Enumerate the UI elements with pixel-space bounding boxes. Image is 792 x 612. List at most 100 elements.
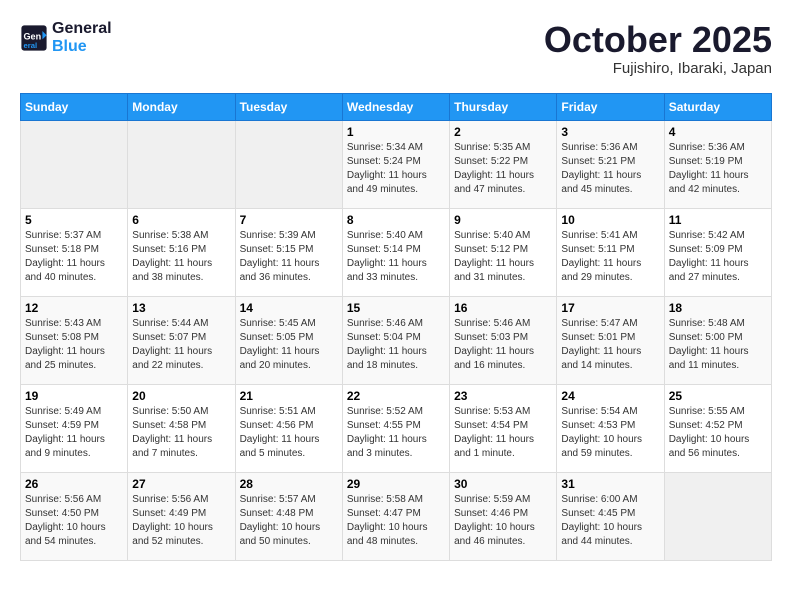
day-info: Sunrise: 5:35 AM Sunset: 5:22 PM Dayligh… [454,141,552,197]
calendar-cell: 6 Sunrise: 5:38 AM Sunset: 5:16 PM Daylig… [128,208,235,296]
day-number: 11 [669,213,767,227]
day-info: Sunrise: 6:00 AM Sunset: 4:45 PM Dayligh… [561,493,659,549]
day-number: 4 [669,125,767,139]
weekday-header-friday: Friday [557,93,664,120]
day-number: 29 [347,477,445,491]
day-number: 22 [347,389,445,403]
day-number: 25 [669,389,767,403]
day-info: Sunrise: 5:36 AM Sunset: 5:21 PM Dayligh… [561,141,659,197]
day-number: 27 [132,477,230,491]
calendar-cell [664,472,771,560]
day-info: Sunrise: 5:51 AM Sunset: 4:56 PM Dayligh… [240,405,338,461]
calendar-cell: 11 Sunrise: 5:42 AM Sunset: 5:09 PM Dayli… [664,208,771,296]
day-number: 9 [454,213,552,227]
day-number: 3 [561,125,659,139]
day-info: Sunrise: 5:36 AM Sunset: 5:19 PM Dayligh… [669,141,767,197]
location-subtitle: Fujishiro, Ibaraki, Japan [544,60,772,77]
calendar-cell [128,120,235,208]
calendar-cell: 20 Sunrise: 5:50 AM Sunset: 4:58 PM Dayli… [128,384,235,472]
day-number: 23 [454,389,552,403]
day-info: Sunrise: 5:56 AM Sunset: 4:49 PM Dayligh… [132,493,230,549]
title-block: October 2025 Fujishiro, Ibaraki, Japan [544,20,772,77]
day-info: Sunrise: 5:40 AM Sunset: 5:12 PM Dayligh… [454,229,552,285]
calendar-cell: 7Sunrise: 5:39 AM Sunset: 5:15 PM Daylig… [235,208,342,296]
day-number: 20 [132,389,230,403]
calendar-cell: 18 Sunrise: 5:48 AM Sunset: 5:00 PM Dayli… [664,296,771,384]
day-number: 21 [240,389,338,403]
day-info: Sunrise: 5:38 AM Sunset: 5:16 PM Dayligh… [132,229,230,285]
day-info: Sunrise: 5:58 AM Sunset: 4:47 PM Dayligh… [347,493,445,549]
weekday-header-sunday: Sunday [21,93,128,120]
calendar-week-1: 1Sunrise: 5:34 AM Sunset: 5:24 PM Daylig… [21,120,772,208]
day-number: 5 [25,213,123,227]
day-number: 2 [454,125,552,139]
day-number: 1 [347,125,445,139]
day-number: 28 [240,477,338,491]
calendar-cell: 27 Sunrise: 5:56 AM Sunset: 4:49 PM Dayli… [128,472,235,560]
calendar-cell: 8 Sunrise: 5:40 AM Sunset: 5:14 PM Daylig… [342,208,449,296]
day-number: 15 [347,301,445,315]
logo-icon: Gen eral [20,24,48,52]
weekday-header-wednesday: Wednesday [342,93,449,120]
calendar-cell: 4 Sunrise: 5:36 AM Sunset: 5:19 PM Daylig… [664,120,771,208]
day-number: 14 [240,301,338,315]
day-info: Sunrise: 5:53 AM Sunset: 4:54 PM Dayligh… [454,405,552,461]
calendar-cell: 30Sunrise: 5:59 AM Sunset: 4:46 PM Dayli… [450,472,557,560]
calendar-table: SundayMondayTuesdayWednesdayThursdayFrid… [20,93,772,561]
day-number: 18 [669,301,767,315]
day-number: 26 [25,477,123,491]
day-number: 17 [561,301,659,315]
day-info: Sunrise: 5:41 AM Sunset: 5:11 PM Dayligh… [561,229,659,285]
day-info: Sunrise: 5:42 AM Sunset: 5:09 PM Dayligh… [669,229,767,285]
calendar-cell: 14 Sunrise: 5:45 AM Sunset: 5:05 PM Dayli… [235,296,342,384]
svg-text:Gen: Gen [24,31,42,41]
weekday-header-thursday: Thursday [450,93,557,120]
day-number: 6 [132,213,230,227]
day-number: 8 [347,213,445,227]
day-info: Sunrise: 5:48 AM Sunset: 5:00 PM Dayligh… [669,317,767,373]
day-number: 30 [454,477,552,491]
calendar-cell: 3 Sunrise: 5:36 AM Sunset: 5:21 PM Daylig… [557,120,664,208]
day-number: 16 [454,301,552,315]
calendar-cell [235,120,342,208]
page-header: Gen eral General Blue October 2025 Fujis… [20,20,772,77]
day-info: Sunrise: 5:52 AM Sunset: 4:55 PM Dayligh… [347,405,445,461]
calendar-cell: 28 Sunrise: 5:57 AM Sunset: 4:48 PM Dayli… [235,472,342,560]
calendar-cell: 13Sunrise: 5:44 AM Sunset: 5:07 PM Dayli… [128,296,235,384]
calendar-cell: 2 Sunrise: 5:35 AM Sunset: 5:22 PM Daylig… [450,120,557,208]
day-info: Sunrise: 5:57 AM Sunset: 4:48 PM Dayligh… [240,493,338,549]
day-info: Sunrise: 5:45 AM Sunset: 5:05 PM Dayligh… [240,317,338,373]
calendar-cell: 16 Sunrise: 5:46 AM Sunset: 5:03 PM Dayli… [450,296,557,384]
day-info: Sunrise: 5:55 AM Sunset: 4:52 PM Dayligh… [669,405,767,461]
weekday-header-saturday: Saturday [664,93,771,120]
calendar-week-5: 26Sunrise: 5:56 AM Sunset: 4:50 PM Dayli… [21,472,772,560]
day-info: Sunrise: 5:46 AM Sunset: 5:04 PM Dayligh… [347,317,445,373]
day-info: Sunrise: 5:47 AM Sunset: 5:01 PM Dayligh… [561,317,659,373]
day-info: Sunrise: 5:49 AM Sunset: 4:59 PM Dayligh… [25,405,123,461]
calendar-cell: 21 Sunrise: 5:51 AM Sunset: 4:56 PM Dayli… [235,384,342,472]
svg-text:eral: eral [24,40,38,49]
logo: Gen eral General Blue [20,20,112,55]
calendar-week-4: 19Sunrise: 5:49 AM Sunset: 4:59 PM Dayli… [21,384,772,472]
calendar-cell: 5Sunrise: 5:37 AM Sunset: 5:18 PM Daylig… [21,208,128,296]
weekday-header-tuesday: Tuesday [235,93,342,120]
day-number: 31 [561,477,659,491]
calendar-cell: 25 Sunrise: 5:55 AM Sunset: 4:52 PM Dayli… [664,384,771,472]
calendar-cell: 15 Sunrise: 5:46 AM Sunset: 5:04 PM Dayli… [342,296,449,384]
day-info: Sunrise: 5:39 AM Sunset: 5:15 PM Dayligh… [240,229,338,285]
day-info: Sunrise: 5:40 AM Sunset: 5:14 PM Dayligh… [347,229,445,285]
logo-text-general: General [52,20,112,38]
day-info: Sunrise: 5:50 AM Sunset: 4:58 PM Dayligh… [132,405,230,461]
calendar-cell: 12 Sunrise: 5:43 AM Sunset: 5:08 PM Dayli… [21,296,128,384]
day-info: Sunrise: 5:46 AM Sunset: 5:03 PM Dayligh… [454,317,552,373]
calendar-cell: 24 Sunrise: 5:54 AM Sunset: 4:53 PM Dayli… [557,384,664,472]
day-info: Sunrise: 5:43 AM Sunset: 5:08 PM Dayligh… [25,317,123,373]
day-number: 12 [25,301,123,315]
calendar-cell [21,120,128,208]
calendar-cell: 29 Sunrise: 5:58 AM Sunset: 4:47 PM Dayli… [342,472,449,560]
day-info: Sunrise: 5:54 AM Sunset: 4:53 PM Dayligh… [561,405,659,461]
calendar-cell: 22 Sunrise: 5:52 AM Sunset: 4:55 PM Dayli… [342,384,449,472]
calendar-cell: 1Sunrise: 5:34 AM Sunset: 5:24 PM Daylig… [342,120,449,208]
day-number: 24 [561,389,659,403]
calendar-cell: 26Sunrise: 5:56 AM Sunset: 4:50 PM Dayli… [21,472,128,560]
